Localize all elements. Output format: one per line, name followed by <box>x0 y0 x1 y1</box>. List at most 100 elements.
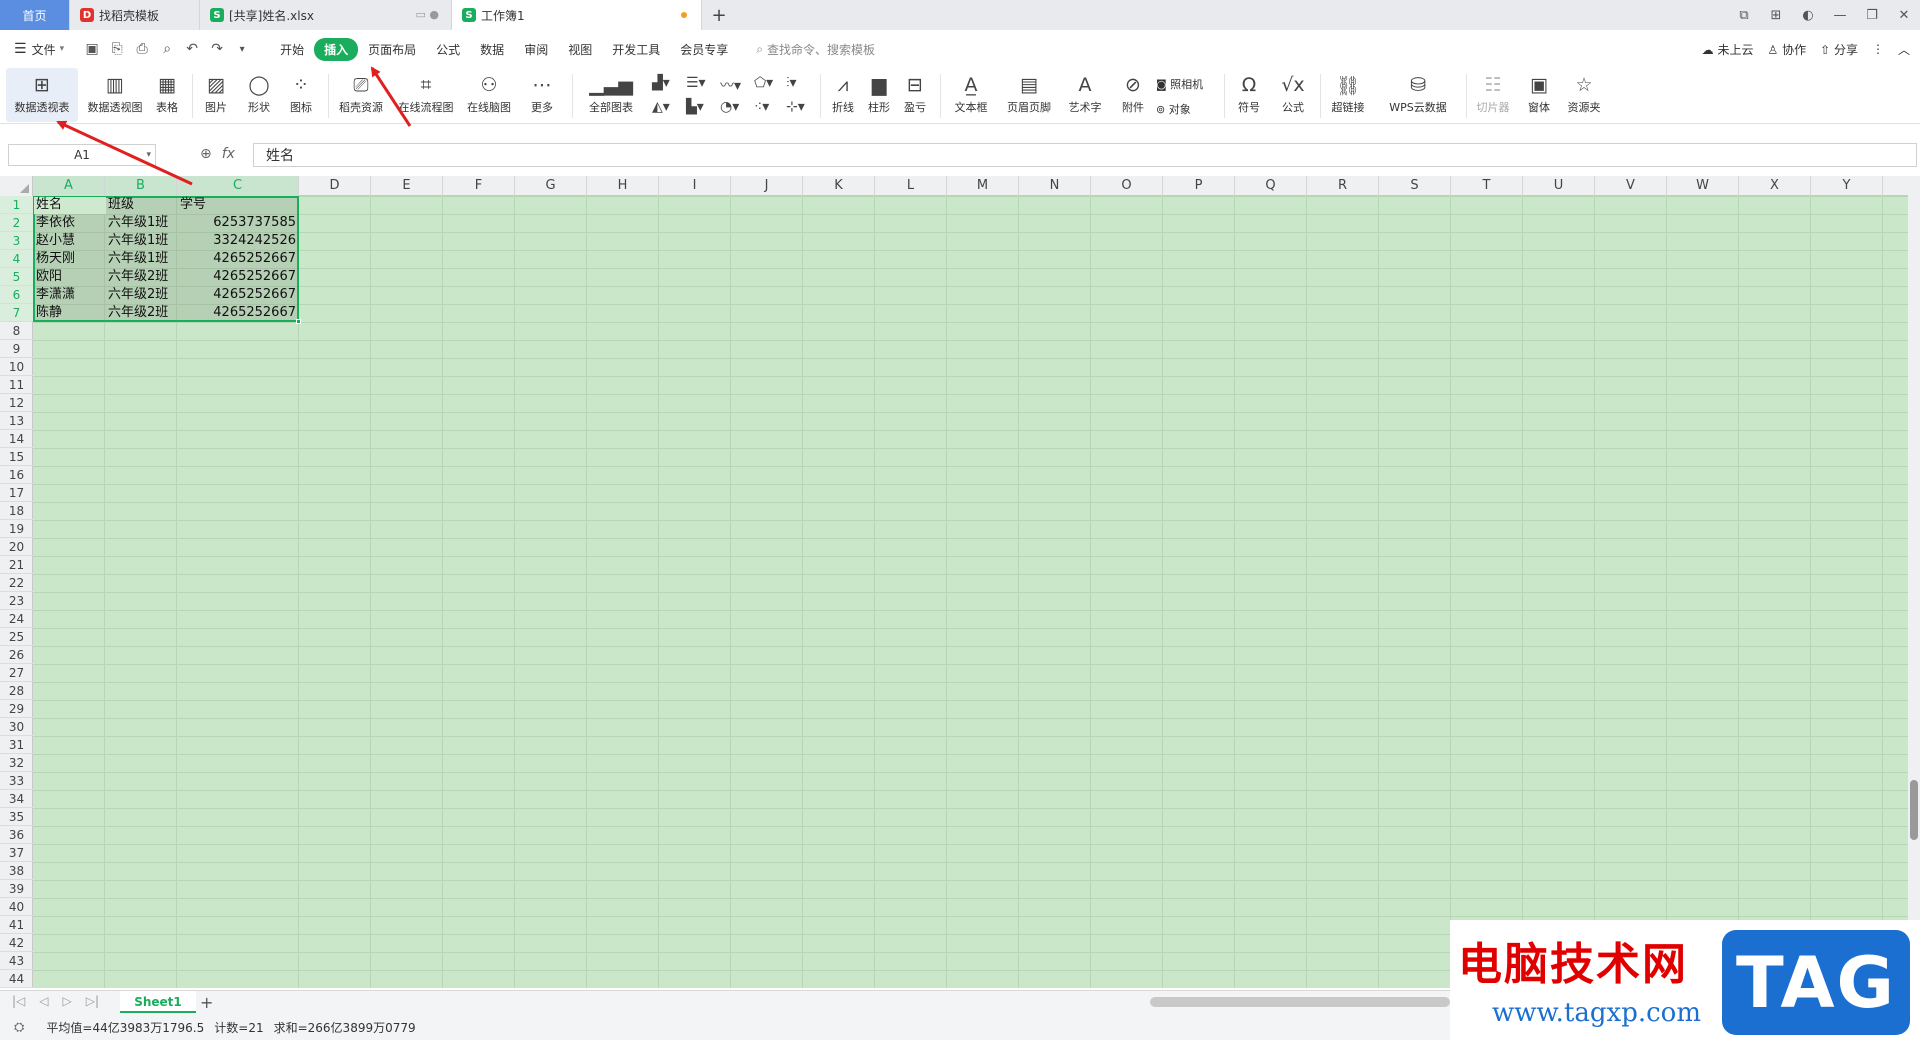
row-header-2[interactable]: 2 <box>0 214 33 232</box>
column-header-f[interactable]: F <box>443 176 515 196</box>
formula-input[interactable]: 姓名 <box>253 143 1917 167</box>
column-header-w[interactable]: W <box>1667 176 1739 196</box>
sparkline-column-button[interactable]: ▆ 柱形 <box>862 68 896 122</box>
cell-a6[interactable]: 李潇潇 <box>36 286 102 304</box>
bar-chart-horizontal-icon[interactable]: ☰▾ <box>686 75 706 91</box>
row-header-12[interactable]: 12 <box>0 394 33 412</box>
column-header-i[interactable]: I <box>659 176 731 196</box>
cell-a4[interactable]: 杨天刚 <box>36 250 102 268</box>
row-header-29[interactable]: 29 <box>0 700 33 718</box>
column-header-t[interactable]: T <box>1451 176 1523 196</box>
row-header-6[interactable]: 6 <box>0 286 33 304</box>
menu-developer[interactable]: 开发工具 <box>602 41 670 58</box>
slicer-button[interactable]: ☷ 切片器 <box>1472 68 1514 122</box>
row-header-14[interactable]: 14 <box>0 430 33 448</box>
column-header-n[interactable]: N <box>1019 176 1091 196</box>
row-header-43[interactable]: 43 <box>0 952 33 970</box>
column-header-a[interactable]: A <box>33 176 105 196</box>
cell-a5[interactable]: 欧阳 <box>36 268 102 286</box>
cell-b7[interactable]: 六年级2班 <box>108 304 174 322</box>
row-header-17[interactable]: 17 <box>0 484 33 502</box>
row-header-27[interactable]: 27 <box>0 664 33 682</box>
scatter-chart-icon[interactable]: ⁖▾ <box>754 99 769 115</box>
tab-shared-file[interactable]: S [共享]姓名.xlsx ▭ ● <box>200 0 452 30</box>
column-header-x[interactable]: X <box>1739 176 1811 196</box>
row-header-4[interactable]: 4 <box>0 250 33 268</box>
cell-c1[interactable]: 学号 <box>180 196 296 214</box>
row-header-18[interactable]: 18 <box>0 502 33 520</box>
restore-button[interactable]: ❐ <box>1856 8 1888 23</box>
redo-icon[interactable]: ↷ <box>207 41 227 57</box>
row-header-19[interactable]: 19 <box>0 520 33 538</box>
customize-chevron-icon[interactable]: ▾ <box>232 44 252 55</box>
row-header-44[interactable]: 44 <box>0 970 33 988</box>
combo-chart-icon[interactable]: ▙▾ <box>686 99 704 115</box>
cell-a3[interactable]: 赵小慧 <box>36 232 102 250</box>
row-header-42[interactable]: 42 <box>0 934 33 952</box>
save-icon[interactable]: ▣ <box>82 41 102 57</box>
hyperlink-button[interactable]: ⛓ 超链接 <box>1326 68 1370 122</box>
cell-a7[interactable]: 陈静 <box>36 304 102 322</box>
row-header-24[interactable]: 24 <box>0 610 33 628</box>
last-sheet-icon[interactable]: ▷| <box>86 994 99 1008</box>
textbox-button[interactable]: A̲ 文本框 <box>946 68 996 122</box>
row-header-26[interactable]: 26 <box>0 646 33 664</box>
vertical-scrollbar[interactable] <box>1908 176 1920 988</box>
form-window-button[interactable]: ▣ 窗体 <box>1520 68 1558 122</box>
column-header-l[interactable]: L <box>875 176 947 196</box>
cell-a2[interactable]: 李依依 <box>36 214 102 232</box>
online-mindmap-button[interactable]: ⚇ 在线脑图 <box>462 68 516 122</box>
file-menu[interactable]: ☰ 文件 ▾ <box>14 41 64 58</box>
column-header-y[interactable]: Y <box>1811 176 1883 196</box>
all-charts-button[interactable]: ▁▃▅ 全部图表 <box>580 68 642 122</box>
table-button[interactable]: ▦ 表格 <box>150 68 184 122</box>
name-box[interactable]: A1 ▾ <box>8 144 156 166</box>
menu-review[interactable]: 审阅 <box>514 41 558 58</box>
other-chart-icon[interactable]: ⊹▾ <box>786 99 805 115</box>
cell-c2[interactable]: 6253737585 <box>180 214 296 232</box>
line-chart-icon[interactable]: 〰▾ <box>720 75 741 95</box>
row-header-9[interactable]: 9 <box>0 340 33 358</box>
menu-insert[interactable]: 插入 <box>314 37 359 61</box>
share-button[interactable]: ⇧ 分享 <box>1820 41 1858 58</box>
row-header-30[interactable]: 30 <box>0 718 33 736</box>
row-header-38[interactable]: 38 <box>0 862 33 880</box>
cell-c5[interactable]: 4265252667 <box>180 268 296 286</box>
tab-docer-templates[interactable]: D 找稻壳模板 <box>70 0 200 30</box>
close-button[interactable]: ✕ <box>1888 8 1920 23</box>
collab-button[interactable]: ♙ 协作 <box>1768 41 1807 58</box>
macro-icon[interactable]: ⛭ <box>14 1020 24 1035</box>
cell-b6[interactable]: 六年级2班 <box>108 286 174 304</box>
column-header-j[interactable]: J <box>731 176 803 196</box>
row-header-28[interactable]: 28 <box>0 682 33 700</box>
row-header-41[interactable]: 41 <box>0 916 33 934</box>
column-header-b[interactable]: B <box>105 176 177 196</box>
new-tab-button[interactable]: + <box>702 0 736 30</box>
menu-page-layout[interactable]: 页面布局 <box>358 41 426 58</box>
menu-formulas[interactable]: 公式 <box>426 41 470 58</box>
avatar-icon[interactable]: ◐ <box>1792 8 1824 23</box>
layout-icon[interactable]: ⧉ <box>1728 8 1760 23</box>
row-header-25[interactable]: 25 <box>0 628 33 646</box>
resource-folder-button[interactable]: ☆ 资源夹 <box>1562 68 1606 122</box>
pivot-chart-button[interactable]: ▥ 数据透视图 <box>82 68 148 122</box>
radar-chart-icon[interactable]: ⬠▾ <box>754 75 773 91</box>
row-header-10[interactable]: 10 <box>0 358 33 376</box>
pivot-table-button[interactable]: ⊞ 数据透视表 <box>6 68 78 122</box>
next-sheet-icon[interactable]: ▷ <box>63 994 72 1008</box>
online-flowchart-button[interactable]: ⌗ 在线流程图 <box>394 68 458 122</box>
row-header-39[interactable]: 39 <box>0 880 33 898</box>
collapse-ribbon-icon[interactable]: ︿ <box>1898 41 1910 58</box>
row-header-1[interactable]: 1 <box>0 196 33 214</box>
zoom-search-icon[interactable]: ⊕ <box>200 146 212 162</box>
export-pdf-icon[interactable]: ⎘ <box>107 41 127 57</box>
object-button[interactable]: ⊚ 对象 <box>1156 101 1191 117</box>
fx-icon[interactable]: fx <box>222 146 235 162</box>
docer-resources-button[interactable]: ⎚ 稻壳资源 <box>334 68 388 122</box>
wps-cloud-data-button[interactable]: ⛁ WPS云数据 <box>1378 68 1458 122</box>
wordart-button[interactable]: A 艺术字 <box>1060 68 1110 122</box>
row-header-21[interactable]: 21 <box>0 556 33 574</box>
cell-c3[interactable]: 3324242526 <box>180 232 296 250</box>
tab-workbook1[interactable]: S 工作簿1 <box>452 0 702 30</box>
row-header-8[interactable]: 8 <box>0 322 33 340</box>
